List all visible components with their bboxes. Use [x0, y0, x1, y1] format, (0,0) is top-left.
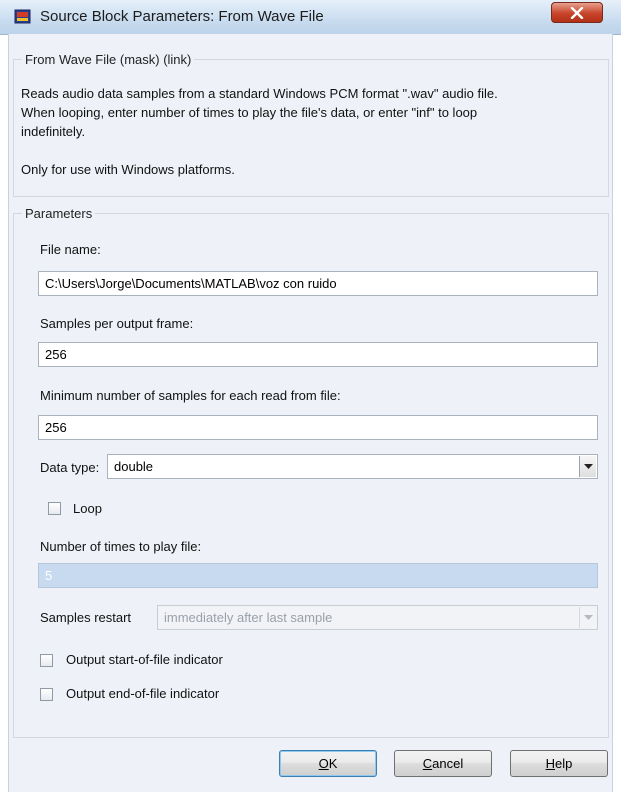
- help-label: elp: [555, 756, 573, 771]
- samples-per-frame-input[interactable]: 256: [38, 342, 598, 367]
- block-description: Reads audio data samples from a standard…: [21, 84, 609, 179]
- samples-per-frame-label: Samples per output frame:: [40, 316, 194, 331]
- close-button[interactable]: [551, 2, 603, 23]
- window-title: Source Block Parameters: From Wave File: [40, 8, 324, 25]
- end-indicator-label: Output end-of-file indicator: [66, 686, 220, 701]
- start-indicator-checkbox[interactable]: [40, 654, 53, 667]
- samples-restart-dropdown-button: [579, 607, 596, 628]
- ok-mnemonic: O: [318, 756, 329, 771]
- data-type-select[interactable]: double: [107, 454, 598, 479]
- file-name-label: File name:: [40, 242, 101, 257]
- loop-label: Loop: [73, 501, 102, 516]
- description-line: Only for use with Windows platforms.: [21, 162, 235, 177]
- cancel-label: ancel: [432, 756, 464, 771]
- cancel-button[interactable]: Cancel: [394, 750, 492, 777]
- times-to-play-input: 5: [38, 563, 598, 588]
- data-type-dropdown-button[interactable]: [579, 456, 596, 477]
- data-type-value: double: [114, 459, 154, 474]
- loop-checkbox[interactable]: [48, 502, 61, 515]
- ok-button[interactable]: OK: [279, 750, 377, 777]
- help-button[interactable]: Help: [510, 750, 608, 777]
- cancel-mnemonic: C: [422, 756, 433, 771]
- min-samples-input[interactable]: 256: [38, 415, 598, 440]
- min-samples-label: Minimum number of samples for each read …: [40, 388, 341, 403]
- data-type-label: Data type:: [40, 460, 100, 475]
- description-line: Reads audio data samples from a standard…: [21, 86, 498, 101]
- times-to-play-label: Number of times to play file:: [40, 539, 202, 554]
- parameters-group-legend: Parameters: [25, 206, 93, 221]
- description-line: indefinitely.: [21, 124, 86, 139]
- chevron-down-icon: [584, 464, 593, 469]
- help-mnemonic: H: [545, 756, 556, 771]
- samples-restart-label: Samples restart: [40, 610, 132, 625]
- file-name-input[interactable]: C:\Users\Jorge\Documents\MATLAB\voz con …: [38, 271, 598, 296]
- ok-label: K: [328, 756, 338, 771]
- dialog-client-area: From Wave File (mask) (link) Reads audio…: [8, 34, 613, 792]
- description-line: When looping, enter number of times to p…: [21, 105, 478, 120]
- title-bar[interactable]: Source Block Parameters: From Wave File: [0, 0, 621, 35]
- dialog-window: Source Block Parameters: From Wave File …: [0, 0, 621, 792]
- close-x-icon: [570, 7, 584, 19]
- chevron-down-icon: [584, 615, 593, 620]
- description-group-legend: From Wave File (mask) (link): [25, 52, 192, 67]
- end-indicator-checkbox[interactable]: [40, 688, 53, 701]
- start-indicator-label: Output start-of-file indicator: [66, 652, 223, 667]
- simulink-block-icon: [14, 8, 32, 25]
- samples-restart-select: immediately after last sample: [157, 605, 598, 630]
- samples-restart-value: immediately after last sample: [164, 610, 333, 625]
